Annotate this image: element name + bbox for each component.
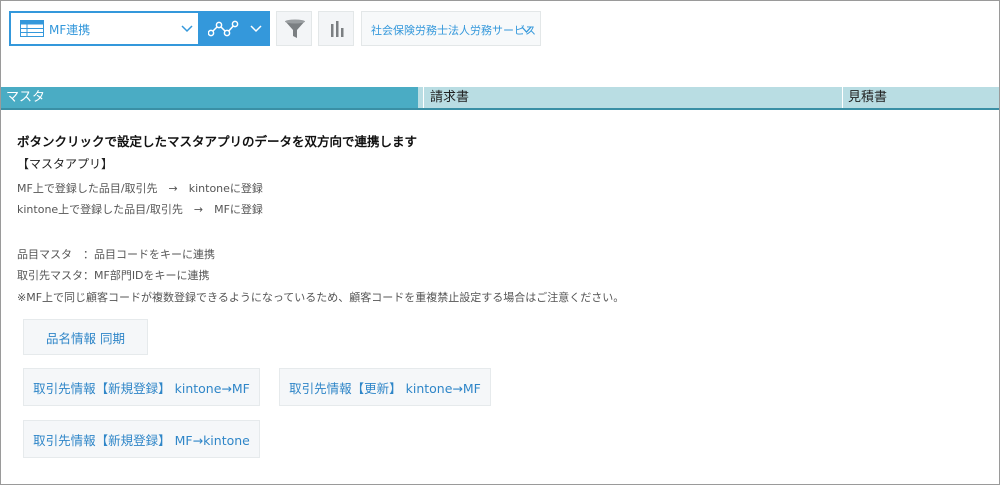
description-line: 品目マスタ ：品目コードをキーに連携 [17, 248, 215, 261]
table-view-icon [20, 20, 44, 37]
filter-icon [285, 19, 305, 38]
tab-master[interactable]: マスタ [1, 87, 418, 108]
graph-button[interactable] [200, 11, 270, 46]
client-new-kintone-to-mf-button[interactable]: 取引先情報【新規登録】 kintone→MF [23, 368, 260, 406]
description-line: 取引先マスタ：MF部門IDをキーに連携 [17, 269, 210, 282]
bar-chart-icon [331, 21, 344, 37]
chevron-down-icon [181, 25, 193, 33]
tab-bar: マスタ 請求書 見積書 [1, 87, 999, 110]
caution-note: ※MF上で同じ顧客コードが複数登録できるようになっているため、顧客コードを重複禁… [17, 291, 625, 304]
description-line: kintone上で登録した品目/取引先 → MFに登録 [17, 203, 263, 216]
app-frame: MF連携 社会保険労務士法人労務サービス マスタ 請求書 見積書 ボタンクリック… [0, 0, 1000, 485]
chart-button[interactable] [318, 11, 354, 46]
page-heading: ボタンクリックで設定したマスタアプリのデータを双方向で連携します [17, 134, 418, 149]
tab-invoice[interactable]: 請求書 [423, 87, 842, 108]
space-select-label: 社会保険労務士法人労務サービス [371, 24, 536, 37]
tab-estimate[interactable]: 見積書 [842, 87, 999, 108]
view-select[interactable]: MF連携 [9, 11, 200, 46]
client-new-mf-to-kintone-button[interactable]: 取引先情報【新規登録】 MF→kintone [23, 420, 260, 458]
view-select-label: MF連携 [49, 23, 91, 37]
chevron-down-icon [521, 26, 532, 33]
filter-button[interactable] [276, 11, 312, 46]
item-sync-button[interactable]: 品名情報 同期 [23, 319, 148, 355]
space-select[interactable]: 社会保険労務士法人労務サービス [361, 11, 541, 46]
client-update-kintone-to-mf-button[interactable]: 取引先情報【更新】 kintone→MF [279, 368, 491, 406]
graph-line-icon [208, 20, 239, 37]
description-line: MF上で登録した品目/取引先 → kintoneに登録 [17, 182, 263, 195]
section-label: 【マスタアプリ】 [17, 157, 114, 171]
chevron-down-icon [250, 25, 262, 33]
